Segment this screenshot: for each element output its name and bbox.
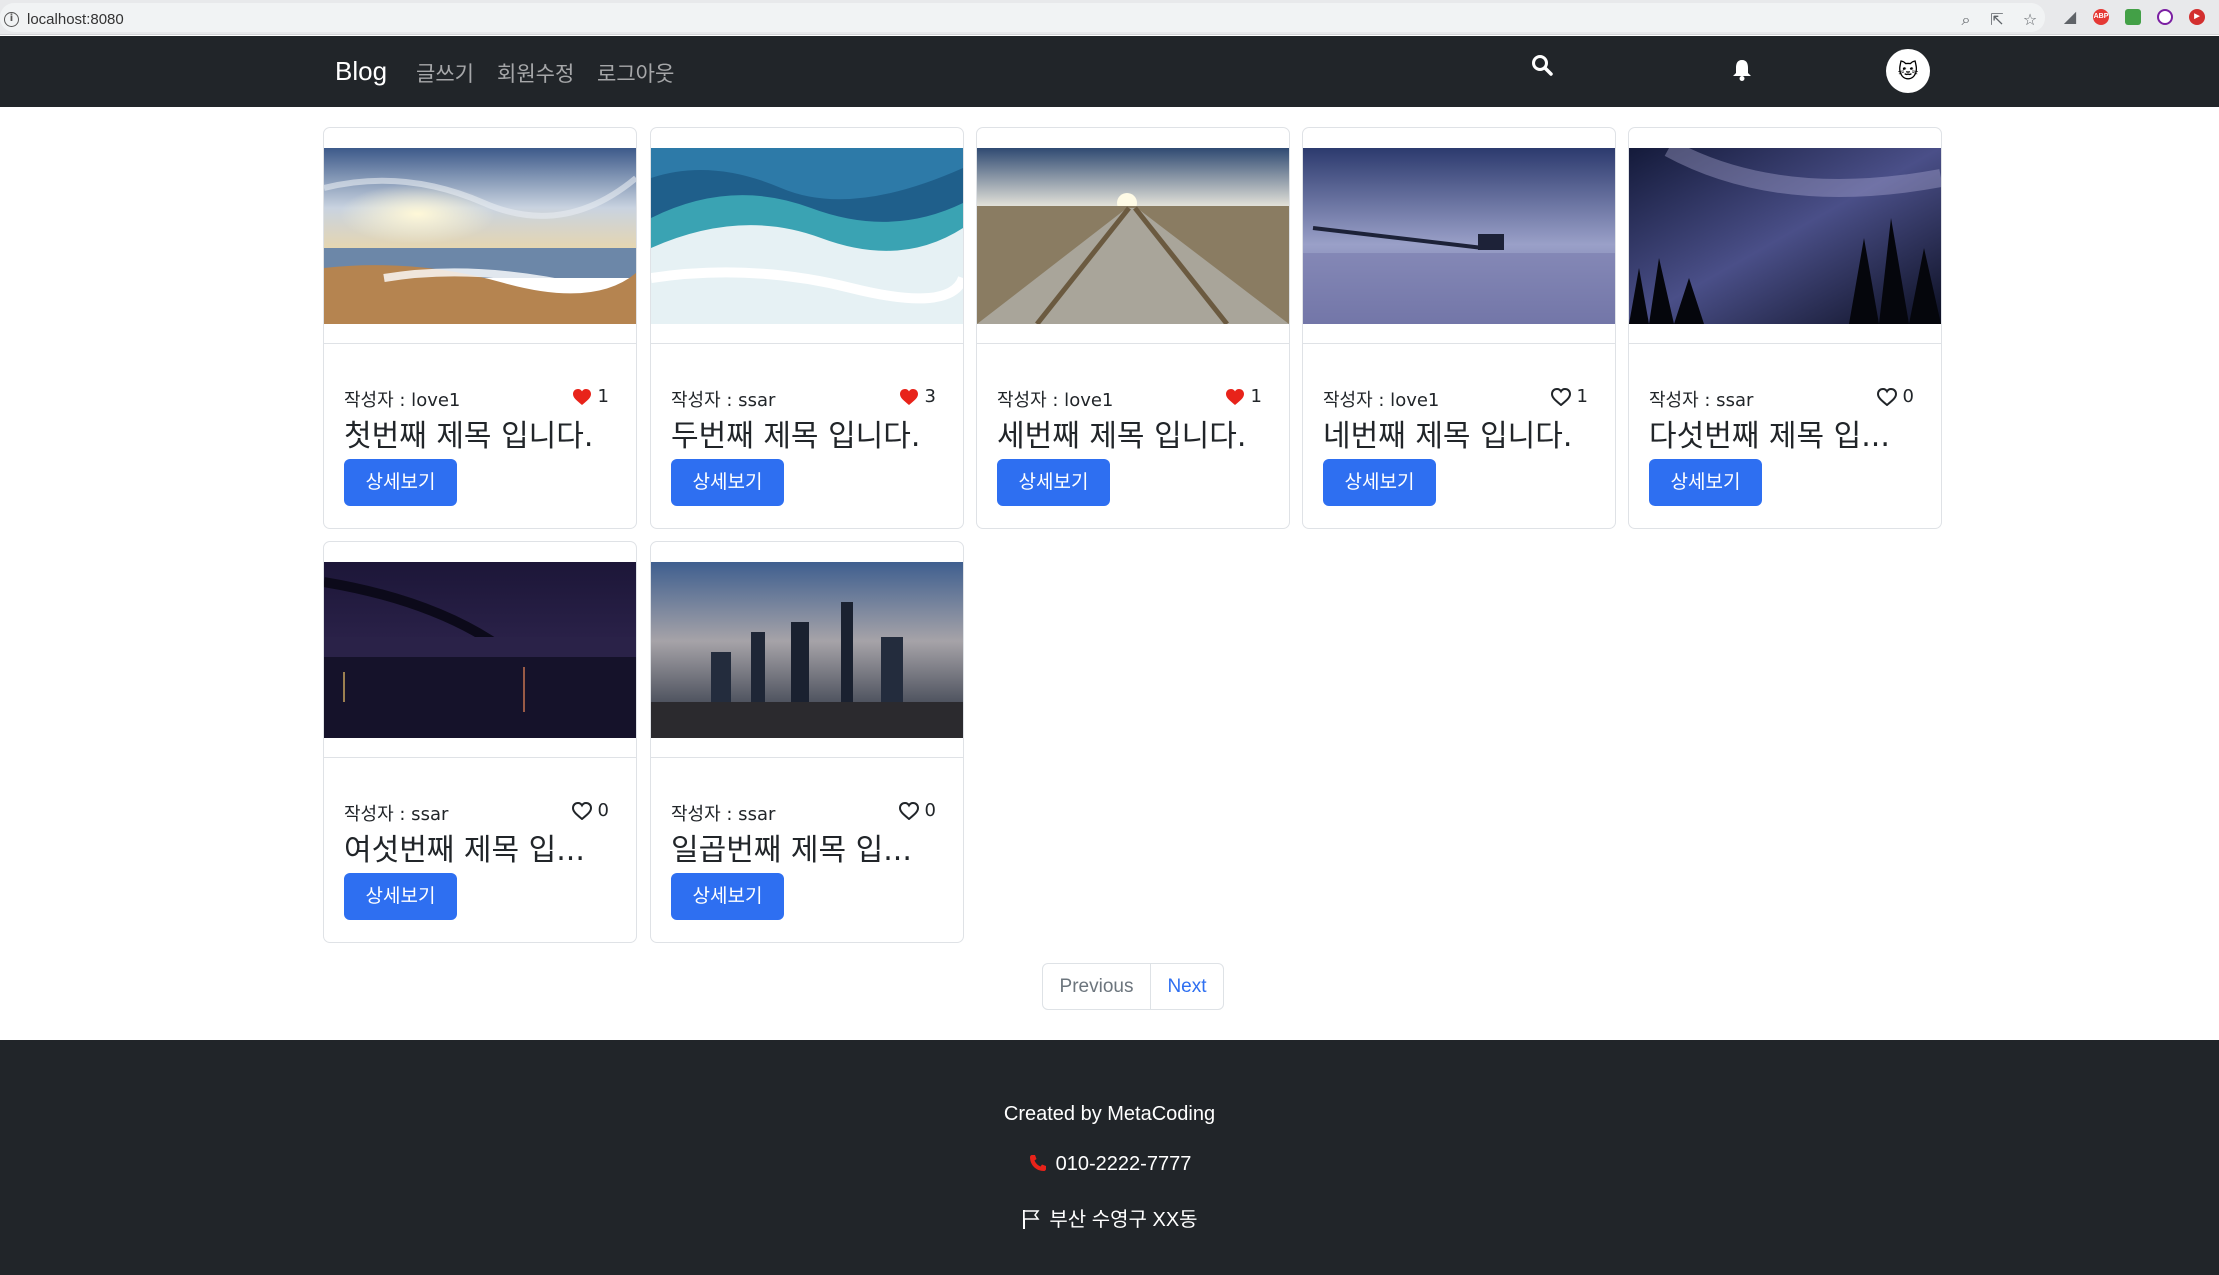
post-image-ocean-wave [651,148,963,324]
like-count[interactable]: 3 [899,386,936,407]
extension-red-icon[interactable]: ▶ [2189,9,2205,25]
post-title: 세번째 제목 입니다. [997,419,1247,454]
avatar-icon[interactable]: 🐱 [1886,49,1930,93]
phone-icon [1029,1155,1046,1171]
post-image-pier-at-dusk [1303,148,1615,324]
extension-icon[interactable]: ◢ [2061,8,2079,26]
post-author: 작성자 : ssar [671,804,776,825]
post-author: 작성자 : ssar [344,804,449,825]
detail-button[interactable]: 상세보기 [671,459,784,506]
like-count[interactable]: 1 [572,386,609,407]
like-number: 0 [924,800,936,821]
bookmark-star-icon[interactable]: ☆ [2021,11,2039,29]
heart-filled-icon[interactable] [1225,388,1245,406]
brand-link[interactable]: Blog [335,56,387,87]
like-number: 3 [924,386,936,407]
post-card: 작성자 : ssar 0 다섯번째 제목 입... 상세보기 [1628,127,1942,529]
detail-button[interactable]: 상세보기 [1323,459,1436,506]
card-image-area [651,128,963,344]
like-number: 1 [597,386,609,407]
post-author: 작성자 : love1 [344,390,461,411]
post-image-milky-way-forest [1629,148,1941,324]
extension-green-icon[interactable] [2125,9,2141,25]
bell-icon[interactable] [1732,59,1752,81]
heart-outline-icon[interactable] [1876,387,1897,406]
nav-edit-member[interactable]: 회원수정 [497,58,574,88]
detail-button[interactable]: 상세보기 [1649,459,1762,506]
like-number: 0 [597,800,609,821]
post-card: 작성자 : ssar 0 여섯번째 제목 입... 상세보기 [323,541,637,943]
heart-outline-icon[interactable] [898,801,919,820]
detail-button[interactable]: 상세보기 [671,873,784,920]
like-number: 0 [1902,386,1914,407]
flag-icon [1023,1210,1040,1229]
heart-outline-icon[interactable] [571,801,592,820]
post-author: 작성자 : ssar [671,390,776,411]
card-image-area [324,542,636,758]
post-title: 두번째 제목 입니다. [671,419,921,454]
post-title: 첫번째 제목 입니다. [344,419,594,454]
post-title: 다섯번째 제목 입... [1649,419,1890,454]
card-image-area [1629,128,1941,344]
heart-outline-icon[interactable] [1550,387,1571,406]
post-title: 여섯번째 제목 입... [344,833,585,868]
footer-credit: Created by MetaCoding [1003,1103,1216,1125]
footer-phone: 010-2222-7777 [1055,1153,1192,1175]
zoom-icon[interactable]: ⌕ [1957,11,1975,29]
post-image-bridge-city-night [324,562,636,738]
like-count[interactable]: 1 [1225,386,1262,407]
search-icon[interactable] [1531,54,1553,76]
post-card: 작성자 : love1 1 세번째 제목 입니다. 상세보기 [976,127,1290,529]
detail-button[interactable]: 상세보기 [344,459,457,506]
post-image-railroad-tracks [977,148,1289,324]
post-card: 작성자 : ssar 0 일곱번째 제목 입... 상세보기 [650,541,964,943]
heart-filled-icon[interactable] [572,388,592,406]
nav-logout[interactable]: 로그아웃 [597,58,674,88]
previous-button[interactable]: Previous [1043,964,1151,1009]
detail-button[interactable]: 상세보기 [344,873,457,920]
post-card: 작성자 : love1 1 첫번째 제목 입니다. 상세보기 [323,127,637,529]
post-card: 작성자 : ssar 3 두번째 제목 입니다. 상세보기 [650,127,964,529]
post-image-city-skyline-dusk [651,562,963,738]
footer-address-line: 부산 수영구 XX동 [0,1203,2219,1232]
post-title: 일곱번째 제목 입... [671,833,912,868]
card-image-area [977,128,1289,344]
post-image-sunset-beach [324,148,636,324]
footer: Created by MetaCoding 010-2222-7777 부산 수… [0,1040,2219,1275]
browser-toolbar: i localhost:8080 ⌕ ⇱ ☆ ◢ ABP ▶ [0,0,2219,35]
like-count[interactable]: 0 [571,800,609,821]
url-text: localhost:8080 [27,11,124,28]
info-icon[interactable]: i [4,12,19,27]
like-count[interactable]: 0 [1876,386,1914,407]
card-image-area [1303,128,1615,344]
adblock-icon[interactable]: ABP [2093,9,2109,25]
card-image-area [651,542,963,758]
like-number: 1 [1250,386,1262,407]
footer-phone-line: 010-2222-7777 [0,1153,2219,1176]
like-count[interactable]: 1 [1550,386,1588,407]
post-author: 작성자 : love1 [997,390,1114,411]
post-title: 네번째 제목 입니다. [1323,419,1573,454]
detail-button[interactable]: 상세보기 [997,459,1110,506]
heart-filled-icon[interactable] [899,388,919,406]
nav-write[interactable]: 글쓰기 [416,58,474,88]
like-count[interactable]: 0 [898,800,936,821]
pagination: Previous Next [1042,963,1224,1010]
share-icon[interactable]: ⇱ [1988,11,2006,29]
card-image-area [324,128,636,344]
next-button[interactable]: Next [1151,964,1223,1009]
navbar: Blog 글쓰기 회원수정 로그아웃 🐱 [0,36,2219,107]
like-number: 1 [1576,386,1588,407]
address-bar[interactable]: i localhost:8080 ⌕ ⇱ ☆ [0,3,2045,32]
post-card: 작성자 : love1 1 네번째 제목 입니다. 상세보기 [1302,127,1616,529]
post-author: 작성자 : ssar [1649,390,1754,411]
footer-address: 부산 수영구 XX동 [1049,1209,1198,1231]
post-author: 작성자 : love1 [1323,390,1440,411]
extension-purple-icon[interactable] [2157,9,2173,25]
